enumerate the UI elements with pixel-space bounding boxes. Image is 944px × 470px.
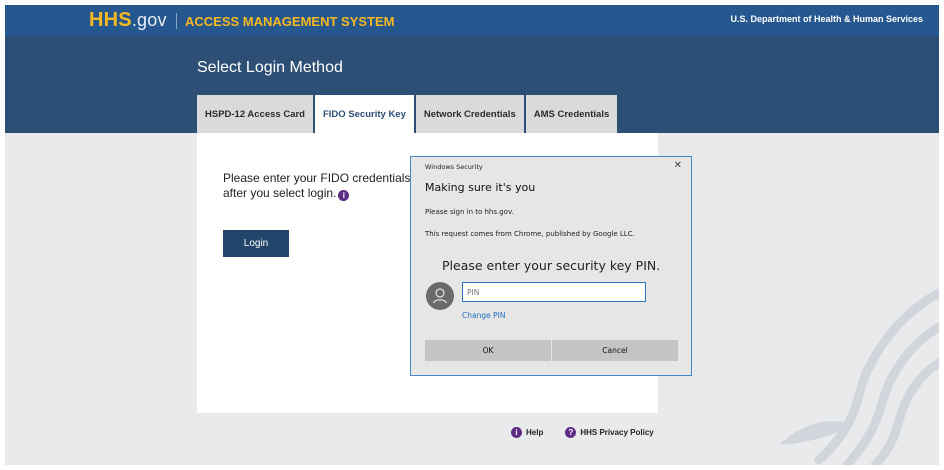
person-icon (432, 288, 448, 304)
tab-fido-security-key[interactable]: FIDO Security Key (314, 95, 414, 134)
instruction-line-2-wrap: after you select login. i (223, 186, 423, 201)
page: HHS.gov ACCESS MANAGEMENT SYSTEM U.S. De… (5, 5, 939, 465)
page-title: Select Login Method (197, 59, 343, 76)
tab-ams-credentials[interactable]: AMS Credentials (525, 95, 618, 134)
privacy-policy-link[interactable]: ? HHS Privacy Policy (565, 427, 654, 438)
help-info-icon: i (511, 427, 522, 438)
dialog-sign-in-text: Please sign in to hhs.gov. (425, 208, 514, 216)
help-link-label: Help (526, 428, 544, 437)
department-name: U.S. Department of Health & Human Servic… (730, 14, 923, 24)
instruction-line-1: Please enter your FIDO credentials (223, 171, 411, 185)
cancel-button[interactable]: Cancel (552, 340, 678, 361)
hero-band: Select Login Method HSPD-12 Access Card … (5, 36, 939, 134)
user-avatar-icon (426, 282, 454, 310)
windows-security-dialog: Windows Security ✕ Making sure it's you … (410, 156, 692, 376)
login-button[interactable]: Login (223, 230, 289, 257)
dialog-request-source-text: This request comes from Chrome, publishe… (425, 230, 635, 238)
info-icon[interactable]: i (338, 190, 350, 201)
hhs-logo[interactable]: HHS.gov (89, 9, 167, 32)
logo-divider (176, 13, 177, 29)
tab-network-credentials[interactable]: Network Credentials (415, 95, 524, 134)
tab-hspd12-access-card[interactable]: HSPD-12 Access Card (197, 95, 313, 134)
pin-input[interactable] (462, 282, 646, 302)
footer-links: i Help ? HHS Privacy Policy (511, 427, 654, 438)
logo-hhs-text: HHS (89, 9, 132, 31)
dialog-app-name: Windows Security (425, 163, 483, 171)
ok-button[interactable]: OK (425, 340, 551, 361)
logo-gov-text: .gov (131, 10, 167, 30)
privacy-question-icon: ? (565, 427, 577, 438)
instruction-line-2: after you select login. (223, 186, 337, 200)
dialog-title: Making sure it's you (425, 181, 536, 194)
top-bar: HHS.gov ACCESS MANAGEMENT SYSTEM U.S. De… (5, 5, 939, 36)
system-title: ACCESS MANAGEMENT SYSTEM (185, 14, 395, 29)
fido-instruction: Please enter your FIDO credentials after… (223, 171, 423, 201)
help-link[interactable]: i Help (511, 427, 543, 438)
hhs-eagle-watermark-icon (779, 288, 939, 465)
close-icon[interactable]: ✕ (674, 160, 682, 171)
privacy-link-label: HHS Privacy Policy (580, 428, 654, 437)
pin-prompt: Please enter your security key PIN. (442, 258, 661, 273)
login-method-tabs: HSPD-12 Access Card FIDO Security Key Ne… (197, 95, 618, 134)
change-pin-link[interactable]: Change PIN (462, 311, 505, 320)
